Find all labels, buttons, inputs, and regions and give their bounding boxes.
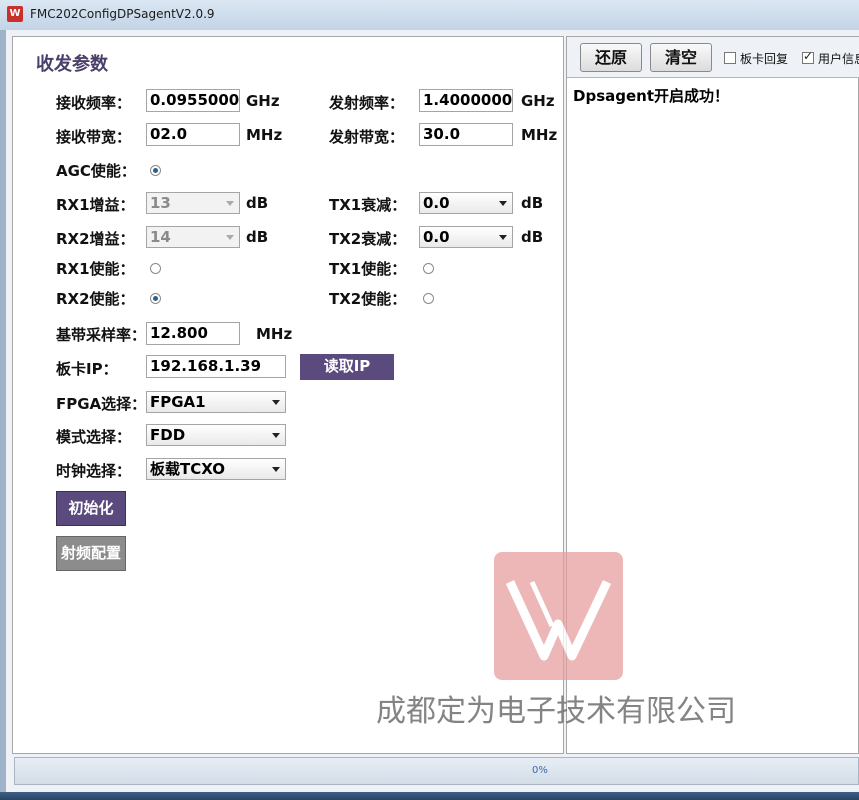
board-echo-checkbox[interactable]	[724, 52, 736, 64]
board-ip-label: 板卡IP：	[56, 360, 118, 378]
board-ip-input[interactable]: 192.168.1.39	[146, 355, 286, 378]
rx1-en-label: RX1使能：	[56, 260, 135, 278]
tx2-en-label: TX2使能：	[329, 290, 407, 308]
tx1-en-label: TX1使能：	[329, 260, 407, 278]
tx2-att-select[interactable]: 0.0	[419, 226, 513, 248]
clock-label: 时钟选择：	[56, 462, 132, 480]
rx2-gain-unit: dB	[246, 228, 269, 246]
progress-bar	[14, 757, 859, 785]
chevron-down-icon	[226, 235, 234, 240]
fpga-value: FPGA1	[150, 393, 206, 411]
tx-bw-input[interactable]: 30.0	[419, 123, 513, 146]
user-info-label: 用户信息	[818, 52, 859, 66]
agc-label: AGC使能：	[56, 162, 136, 180]
tx1-att-value: 0.0	[423, 194, 450, 212]
rx-bw-label: 接收带宽：	[56, 128, 132, 146]
tx1-att-select[interactable]: 0.0	[419, 192, 513, 214]
tx-freq-label: 发射频率：	[329, 94, 405, 112]
taskbar	[0, 792, 859, 800]
w-letter-icon	[505, 580, 612, 661]
chevron-down-icon	[272, 433, 280, 438]
tx-freq-unit: GHz	[521, 92, 555, 110]
mode-select[interactable]: FDD	[146, 424, 286, 446]
restore-button[interactable]: 还原	[580, 43, 642, 72]
tx2-att-unit: dB	[521, 228, 544, 246]
tx2-att-label: TX2衰减：	[329, 230, 407, 248]
section-title: 收发参数	[36, 54, 108, 75]
mode-value: FDD	[150, 426, 186, 444]
tx1-en-radio[interactable]	[423, 263, 434, 274]
rx2-gain-value: 14	[150, 228, 171, 246]
chevron-down-icon	[272, 467, 280, 472]
user-info-checkbox[interactable]	[802, 49, 814, 64]
rx-bw-input[interactable]: 02.0	[146, 123, 240, 146]
rx2-gain-select[interactable]: 14	[146, 226, 240, 248]
tx-bw-label: 发射带宽：	[329, 128, 405, 146]
chevron-down-icon	[499, 201, 507, 206]
chevron-down-icon	[272, 400, 280, 405]
log-message: Dpsagent开启成功！	[573, 87, 729, 105]
title-bar: W FMC202ConfigDPSagentV2.0.9	[0, 0, 859, 30]
rx1-en-radio[interactable]	[150, 263, 161, 274]
window-title: FMC202ConfigDPSagentV2.0.9	[30, 7, 215, 21]
init-button[interactable]: 初始化	[56, 491, 126, 526]
rx1-gain-select[interactable]: 13	[146, 192, 240, 214]
bb-rate-input[interactable]: 12.800	[146, 322, 240, 345]
board-echo-label: 板卡回复	[740, 52, 789, 66]
bb-rate-label: 基带采样率：	[56, 326, 147, 344]
tx1-att-label: TX1衰减：	[329, 196, 407, 214]
watermark-company-text: 成都定为电子技术有限公司	[376, 694, 736, 729]
rx2-en-radio[interactable]	[150, 293, 161, 304]
chevron-down-icon	[226, 201, 234, 206]
fpga-select[interactable]: FPGA1	[146, 391, 286, 413]
rx-bw-unit: MHz	[246, 126, 283, 144]
clock-value: 板载TCXO	[150, 460, 226, 478]
progress-text: 0%	[532, 765, 548, 776]
rx1-gain-value: 13	[150, 194, 171, 212]
tx1-att-unit: dB	[521, 194, 544, 212]
rx-freq-label: 接收频率：	[56, 94, 132, 112]
chevron-down-icon	[499, 235, 507, 240]
clock-select[interactable]: 板载TCXO	[146, 458, 286, 480]
watermark-logo-icon	[494, 552, 623, 680]
tx2-en-radio[interactable]	[423, 293, 434, 304]
clear-button[interactable]: 清空	[650, 43, 712, 72]
rx1-gain-unit: dB	[246, 194, 269, 212]
agc-radio[interactable]	[150, 165, 161, 176]
bb-rate-unit: MHz	[256, 325, 293, 343]
rf-config-button[interactable]: 射频配置	[56, 536, 126, 571]
fpga-label: FPGA选择：	[56, 395, 147, 413]
tx-freq-input[interactable]: 1.4000000	[419, 89, 513, 112]
mode-label: 模式选择：	[56, 428, 132, 446]
tx-bw-unit: MHz	[521, 126, 558, 144]
rx2-gain-label: RX2增益：	[56, 230, 135, 248]
app-logo-icon: W	[7, 6, 23, 22]
rx-freq-input[interactable]: 0.0955000	[146, 89, 240, 112]
tx2-att-value: 0.0	[423, 228, 450, 246]
rx-freq-unit: GHz	[246, 92, 280, 110]
read-ip-button[interactable]: 读取IP	[300, 354, 394, 380]
rx2-en-label: RX2使能：	[56, 290, 135, 308]
rx1-gain-label: RX1增益：	[56, 196, 135, 214]
